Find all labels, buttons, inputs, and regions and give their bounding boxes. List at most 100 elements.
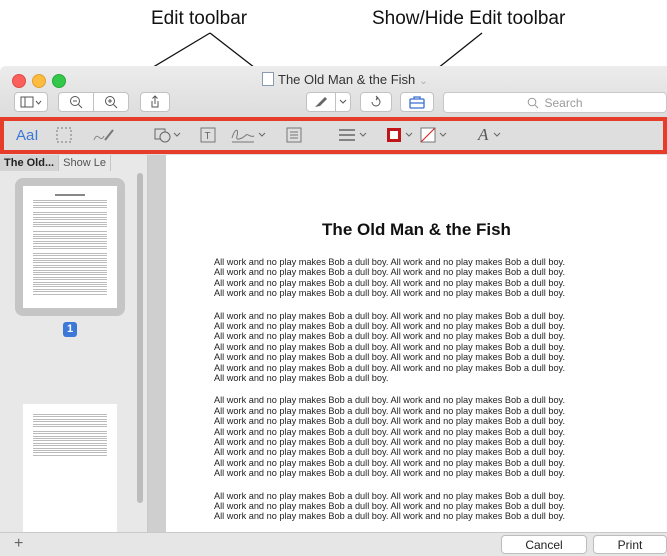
zoom-in-button[interactable] [93, 92, 129, 112]
thumbnail-text-line [33, 450, 107, 451]
thumbnail-text-line [33, 252, 107, 254]
thumbnail-text-line [33, 257, 107, 259]
toolbox-icon [409, 96, 425, 109]
document-text-line: All work and no play makes Bob a dull bo… [214, 288, 566, 299]
text-box-tool[interactable]: T [200, 124, 216, 146]
markup-pen-button[interactable] [306, 92, 336, 112]
zoom-out-icon [70, 96, 83, 109]
text-selection-tool[interactable]: AaI [16, 124, 39, 146]
search-field[interactable]: Search [443, 92, 667, 113]
thumbnail-text-line [33, 264, 107, 266]
thumbnail-text-line [33, 262, 107, 264]
page-thumbnail-selected[interactable] [15, 178, 125, 316]
thumbnail-text-line [33, 291, 107, 293]
document-text-line: All work and no play makes Bob a dull bo… [214, 416, 566, 427]
thumbnail-text-line [33, 276, 107, 278]
signature-tool[interactable] [230, 124, 268, 146]
shapes-tool[interactable] [154, 124, 182, 146]
signature-icon [231, 129, 266, 143]
page-thumbnail-2[interactable] [23, 404, 117, 532]
thumbnail-text-line [33, 216, 107, 218]
sidebar-tabs: The Old... Show Le [0, 155, 147, 171]
rotate-button[interactable] [360, 92, 392, 112]
document-text-line: All work and no play makes Bob a dull bo… [214, 352, 566, 363]
adjust-color-tool[interactable] [286, 124, 302, 146]
document-text-line: All work and no play makes Bob a dull bo… [214, 331, 566, 342]
text-style-tool[interactable]: A [478, 124, 503, 146]
thumbnail-text-line [33, 426, 107, 427]
thumbnail-text-line [33, 224, 107, 225]
thumbnail-text-line [33, 454, 107, 456]
document-heading: The Old Man & the Fish [322, 220, 511, 239]
thumbnail-text-line [33, 445, 107, 447]
thumbnail-text-line [33, 238, 107, 240]
document-viewer: The Old Man & the Fish All work and no p… [148, 155, 667, 532]
thumbnail-text-line [33, 447, 107, 449]
rect-selection-icon [56, 127, 72, 143]
sidebar-view-button[interactable] [14, 92, 48, 112]
zoom-out-button[interactable] [58, 92, 94, 112]
thumbnail-text-line [33, 274, 107, 276]
rectangular-selection-tool[interactable] [56, 124, 72, 146]
document-icon [262, 72, 274, 86]
thumbnail-text-line [33, 442, 107, 444]
thumbnail-text-line [33, 272, 107, 273]
print-button[interactable]: Print [593, 535, 667, 554]
minimize-window-button[interactable] [32, 74, 46, 88]
fill-color-tool[interactable] [420, 124, 452, 146]
document-text-line: All work and no play makes Bob a dull bo… [214, 405, 566, 416]
page-thumbnail-1 [23, 186, 117, 308]
add-page-button[interactable]: + [14, 535, 23, 553]
document-text-line: All work and no play makes Bob a dull bo… [214, 257, 566, 267]
line-style-icon [339, 129, 367, 141]
thumbnail-text-line [33, 440, 107, 442]
sidebar-icon [20, 96, 42, 108]
thumbnail-text-line [33, 421, 107, 423]
sidebar-tab-document[interactable]: The Old... [0, 155, 60, 171]
search-icon [528, 97, 539, 108]
thumbnail-text-line [33, 418, 107, 420]
document-text-line: All work and no play makes Bob a dull bo… [214, 362, 566, 373]
callout-show-hide-edit-toolbar: Show/Hide Edit toolbar [372, 8, 566, 29]
thumbnail-text-line [33, 233, 107, 235]
chevron-down-icon [494, 132, 501, 137]
border-color-tool[interactable] [386, 124, 418, 146]
sketch-icon [93, 129, 114, 141]
svg-text:T: T [205, 131, 211, 142]
thumbnail-text-line [33, 438, 107, 439]
sidebar-scrollbar[interactable] [137, 173, 143, 503]
pen-icon [315, 97, 327, 107]
sketch-tool[interactable] [92, 124, 116, 146]
thumbnail-text-line [33, 433, 107, 435]
border-color-icon [387, 128, 413, 142]
shapes-icon [154, 128, 181, 143]
document-title-text: The Old Man & the Fish [278, 72, 416, 87]
thumbnail-heading-line [55, 194, 85, 196]
thumbnail-text-line [33, 423, 107, 425]
cancel-button[interactable]: Cancel [501, 535, 587, 554]
thumbnail-text-line [33, 414, 107, 415]
document-text-line: All work and no play makes Bob a dull bo… [214, 468, 566, 479]
text-box-icon: T [200, 127, 216, 143]
thumbnail-text-line [33, 279, 107, 281]
shape-style-tool[interactable] [338, 124, 370, 146]
document-text-line: All work and no play makes Bob a dull bo… [214, 501, 566, 511]
share-button[interactable] [140, 92, 170, 112]
document-page: The Old Man & the Fish All work and no p… [166, 155, 667, 532]
zoom-window-button[interactable] [52, 74, 66, 88]
show-hide-edit-toolbar-button[interactable] [400, 92, 434, 112]
sidebar-tab-show[interactable]: Show Le [59, 155, 111, 171]
thumbnail-text-line [33, 243, 107, 245]
document-text-line: All work and no play makes Bob a dull bo… [214, 437, 566, 447]
document-title[interactable]: The Old Man & the Fish ⌄ [262, 72, 428, 87]
close-window-button[interactable] [12, 74, 26, 88]
chevron-down-icon: ⌄ [419, 76, 428, 87]
thumbnail-text-line [33, 260, 107, 261]
markup-menu-button[interactable] [335, 92, 351, 112]
search-placeholder: Search [544, 95, 583, 110]
title-bar: The Old Man & the Fish ⌄ Search [0, 66, 667, 119]
document-text-line: All work and no play makes Bob a dull bo… [214, 277, 566, 288]
thumbnail-text-line [33, 293, 107, 295]
thumbnail-text-line [33, 267, 107, 269]
thumbnail-text-line [33, 281, 107, 283]
